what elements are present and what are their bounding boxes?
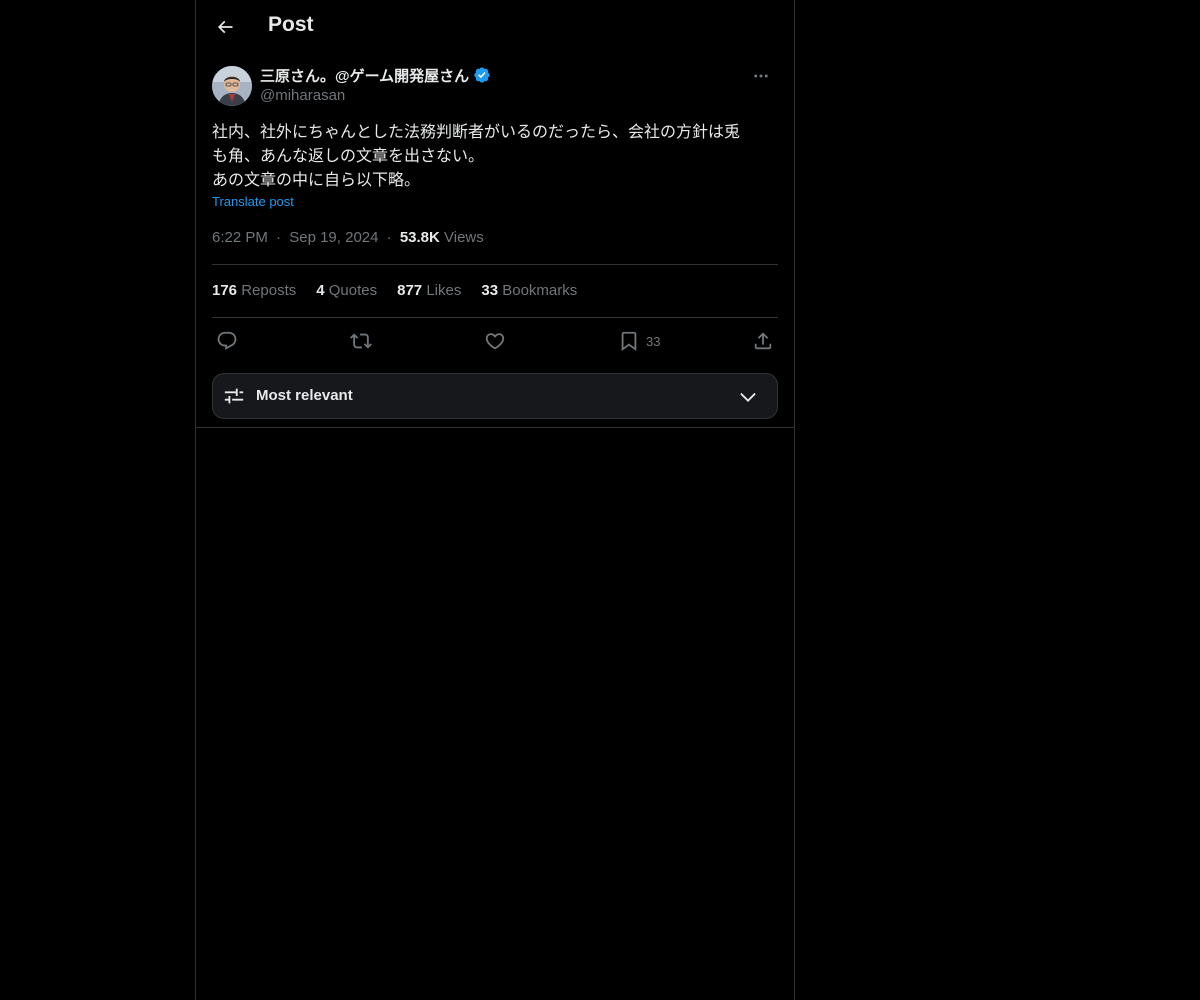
post-text-line: 社内、社外にちゃんとした法務判断者がいるのだったら、会社の方針は兎 xyxy=(212,122,741,141)
verified-badge-icon[interactable] xyxy=(473,66,491,84)
reposts-count: 176 xyxy=(212,282,238,299)
bookmarks-label: Bookmarks xyxy=(502,282,578,299)
top-bar: Post xyxy=(196,0,794,53)
action-bar: 33 xyxy=(212,328,778,354)
likes-count: 877 xyxy=(397,282,423,299)
more-options-button[interactable] xyxy=(744,64,778,88)
chevron-down-icon xyxy=(740,392,756,402)
meta-separator: · xyxy=(276,229,282,246)
likes-label: Likes xyxy=(426,282,462,299)
arrow-left-icon xyxy=(217,20,233,34)
share-button[interactable] xyxy=(752,328,774,354)
engagement-stats: 176 Reposts 4 Quotes 877 Likes 33 Bookma… xyxy=(212,282,597,299)
post-text: 社内、社外にちゃんとした法務判断者がいるのだったら、会社の方針は兎 も角、あんな… xyxy=(212,120,778,192)
reply-sort-dropdown[interactable]: Most relevant xyxy=(212,373,778,419)
reposts-stat[interactable]: 176 Reposts xyxy=(212,282,296,299)
bookmarks-stat[interactable]: 33 Bookmarks xyxy=(481,282,577,299)
post-text-line: も角、あんな返しの文章を出さない。 xyxy=(212,146,485,165)
post-metadata: 6:22 PM · Sep 19, 2024 · 53.8K Views xyxy=(212,229,484,246)
more-horizontal-icon xyxy=(754,74,768,78)
meta-separator: · xyxy=(386,229,392,246)
back-button[interactable] xyxy=(208,10,242,44)
bookmark-action-count: 33 xyxy=(646,333,661,349)
author-handle[interactable]: @miharasan xyxy=(260,86,740,106)
views-label: Views xyxy=(444,229,484,246)
reposts-label: Reposts xyxy=(241,282,297,299)
quotes-label: Quotes xyxy=(328,282,378,299)
like-button[interactable] xyxy=(484,328,506,354)
divider xyxy=(196,427,794,428)
page-title: Post xyxy=(268,13,314,36)
bookmark-button[interactable]: 33 xyxy=(618,328,660,354)
bookmarks-count: 33 xyxy=(481,282,499,299)
main-column: Post 三原さん。@ゲーム開発屋さん @miharasan 社内、社外にちゃん… xyxy=(195,0,795,1000)
translate-post-link[interactable]: Translate post xyxy=(212,194,294,209)
author-display-name[interactable]: 三原さん。@ゲーム開発屋さん xyxy=(260,65,469,86)
reply-icon xyxy=(217,331,237,350)
quotes-stat[interactable]: 4 Quotes xyxy=(316,282,377,299)
divider xyxy=(212,317,778,318)
divider xyxy=(212,264,778,265)
likes-stat[interactable]: 877 Likes xyxy=(397,282,461,299)
share-icon xyxy=(754,332,772,350)
avatar[interactable] xyxy=(212,66,252,106)
post-date[interactable]: Sep 19, 2024 xyxy=(289,229,378,246)
repost-button[interactable] xyxy=(350,328,372,354)
heart-icon xyxy=(485,333,505,350)
sliders-icon xyxy=(224,388,244,404)
post-text-line: あの文章の中に自ら以下略。 xyxy=(212,170,421,189)
quotes-count: 4 xyxy=(316,282,325,299)
bookmark-icon xyxy=(621,331,637,352)
sort-label: Most relevant xyxy=(256,387,353,404)
repost-icon xyxy=(350,333,372,349)
author-info: 三原さん。@ゲーム開発屋さん @miharasan xyxy=(260,64,740,106)
views-count: 53.8K xyxy=(399,229,440,246)
post-time[interactable]: 6:22 PM xyxy=(212,229,268,246)
reply-button[interactable] xyxy=(216,328,238,354)
